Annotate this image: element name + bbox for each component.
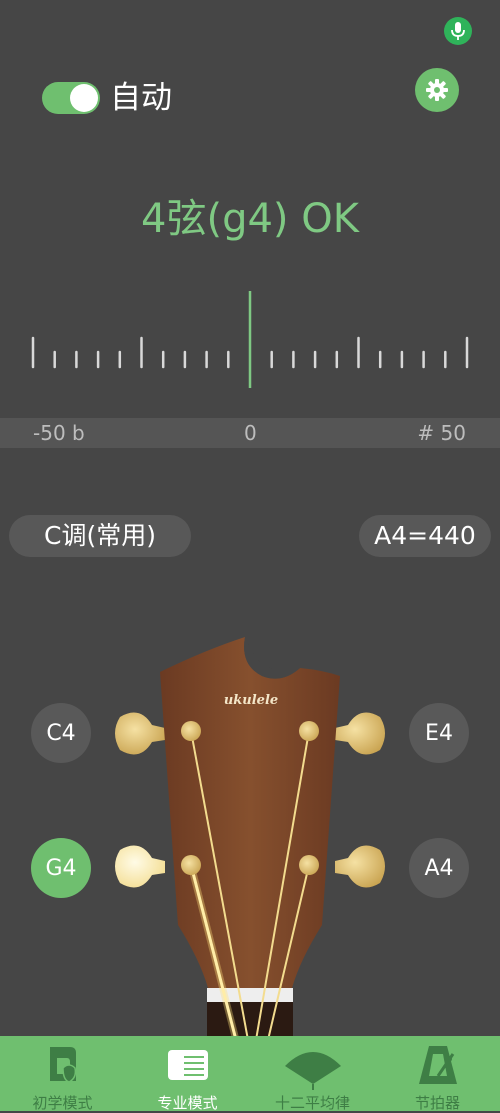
- metronome-icon: [418, 1046, 457, 1084]
- bottom-nav: 初学模式 专业模式 十二平均律 节拍器: [0, 1036, 500, 1112]
- nav-label-pro: 专业模式: [157, 1094, 218, 1112]
- reference-pitch-selector[interactable]: A4=440: [359, 515, 491, 557]
- tuner-peg-e4: [335, 712, 385, 755]
- equal-temperament-icon: [284, 1052, 341, 1090]
- nav-label-beginner: 初学模式: [32, 1094, 93, 1112]
- beginner-mode-icon: [49, 1047, 76, 1083]
- string-note-e4[interactable]: E4: [409, 703, 469, 763]
- scale-min-label: -50 b: [33, 421, 85, 445]
- tuning-status: 4弦(g4) OK: [141, 196, 359, 242]
- toggle-knob: [70, 84, 98, 112]
- tuner-peg-c4: [115, 712, 165, 755]
- scale-mid-label: 0: [244, 421, 257, 445]
- nav-beginner-mode[interactable]: 初学模式: [0, 1036, 125, 1112]
- nav-metronome[interactable]: 节拍器: [375, 1036, 500, 1112]
- microphone-icon: [444, 17, 472, 45]
- nav-pro-mode[interactable]: 专业模式: [125, 1036, 250, 1112]
- key-selector[interactable]: C调(常用): [9, 515, 191, 557]
- tuner-peg-a4: [335, 845, 385, 888]
- pro-mode-icon: [167, 1050, 208, 1080]
- tuning-meter: [31, 291, 469, 388]
- tuner-peg-g4: [115, 845, 165, 888]
- brand-logo: ukulele: [224, 693, 278, 708]
- string-note-c4[interactable]: C4: [31, 703, 91, 763]
- ukulele-headstock: ukulele: [115, 637, 385, 1040]
- nav-label-temperament: 十二平均律: [274, 1094, 350, 1112]
- auto-label: 自动: [110, 80, 172, 116]
- string-note-a4[interactable]: A4: [409, 838, 469, 898]
- nav-label-metronome: 节拍器: [414, 1094, 460, 1112]
- auto-toggle[interactable]: [42, 82, 100, 114]
- cents-scale: -50 b 0 # 50: [0, 418, 500, 448]
- nav-equal-temperament[interactable]: 十二平均律: [250, 1036, 375, 1112]
- settings-button[interactable]: [415, 68, 459, 112]
- scale-max-label: # 50: [417, 421, 466, 445]
- gear-icon: [426, 79, 448, 101]
- string-note-g4[interactable]: G4: [31, 838, 91, 898]
